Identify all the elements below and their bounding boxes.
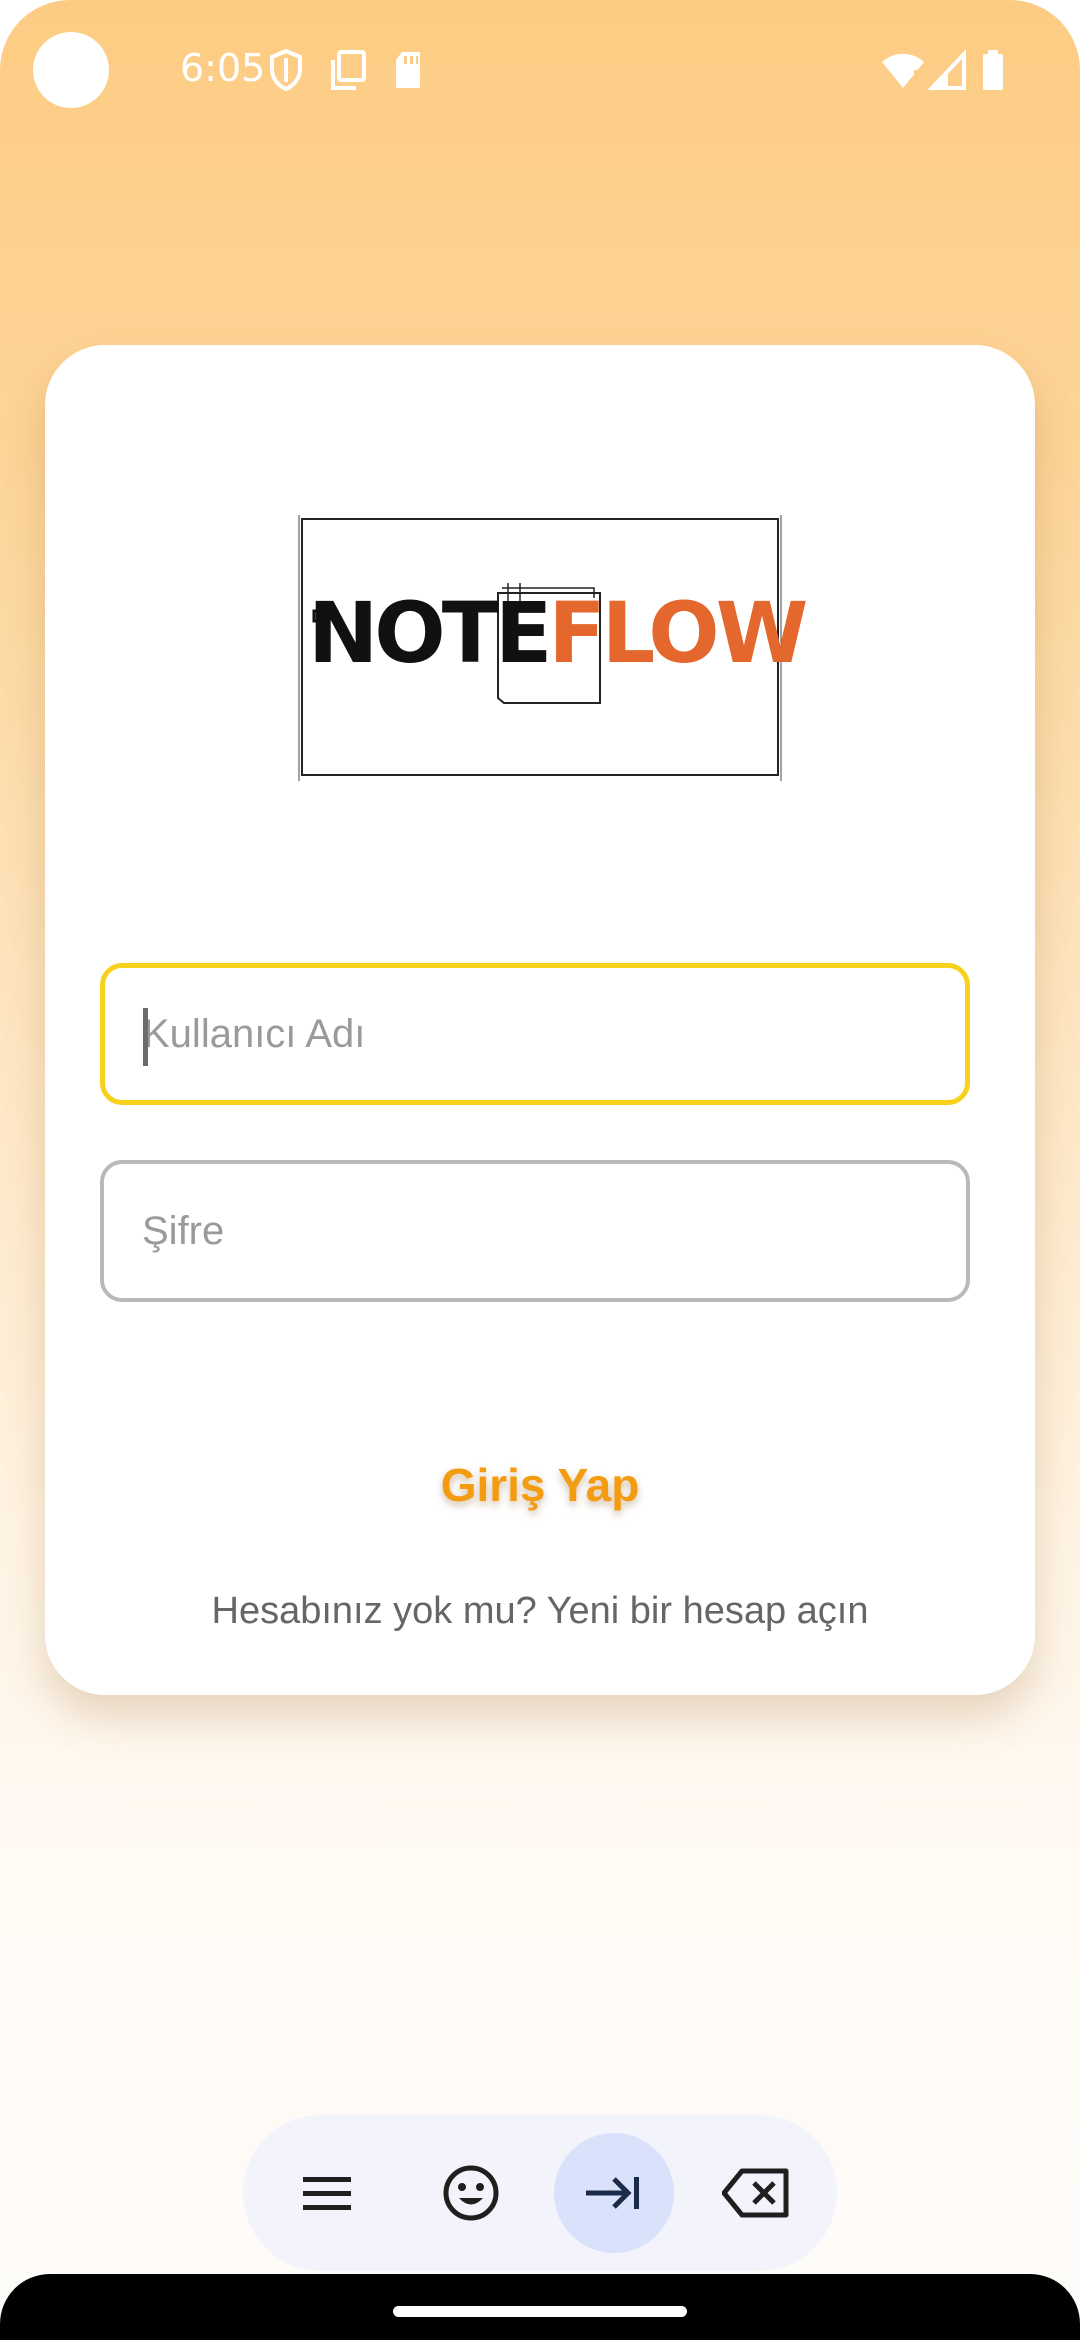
wifi-icon (880, 48, 926, 92)
logo-text-note: NOTE (308, 584, 552, 682)
app-screen: 6:05 NOTEFLOW Kullanıcı Adı Giriş Yap He… (0, 0, 1080, 2340)
backspace-button[interactable] (698, 2133, 818, 2253)
logo-wordmark: NOTEFLOW (308, 591, 808, 675)
logo-text-flow: FLOW (548, 584, 808, 682)
navigation-bar (0, 2274, 1080, 2340)
noteflow-logo: NOTEFLOW (298, 513, 808, 781)
shield-icon (268, 48, 304, 92)
login-button[interactable]: Giriş Yap (390, 1445, 690, 1525)
username-field[interactable] (100, 963, 970, 1105)
status-time: 6:05 (180, 46, 266, 90)
tab-button[interactable] (554, 2133, 674, 2253)
menu-icon (303, 2177, 351, 2210)
copy-icon (328, 48, 368, 92)
sd-card-icon (392, 48, 424, 92)
home-gesture-handle[interactable] (393, 2306, 687, 2317)
text-cursor (143, 1008, 148, 1066)
signal-icon (927, 48, 968, 92)
password-input[interactable] (142, 1164, 932, 1298)
backspace-icon (722, 2168, 789, 2218)
status-bar: 6:05 (0, 0, 1080, 140)
emoji-icon (443, 2165, 499, 2221)
camera-cutout (33, 32, 109, 108)
emoji-button[interactable] (411, 2133, 531, 2253)
keyboard-toolbar (243, 2115, 837, 2271)
username-input[interactable] (143, 968, 933, 1100)
signup-link[interactable]: Hesabınız yok mu? Yeni bir hesap açın (45, 1590, 1035, 1633)
menu-button[interactable] (267, 2133, 387, 2253)
battery-icon (980, 48, 1006, 92)
password-field[interactable] (100, 1160, 970, 1302)
login-card: NOTEFLOW Giriş Yap Hesabınız yok mu? Yen… (45, 345, 1035, 1695)
tab-icon (586, 2177, 639, 2209)
